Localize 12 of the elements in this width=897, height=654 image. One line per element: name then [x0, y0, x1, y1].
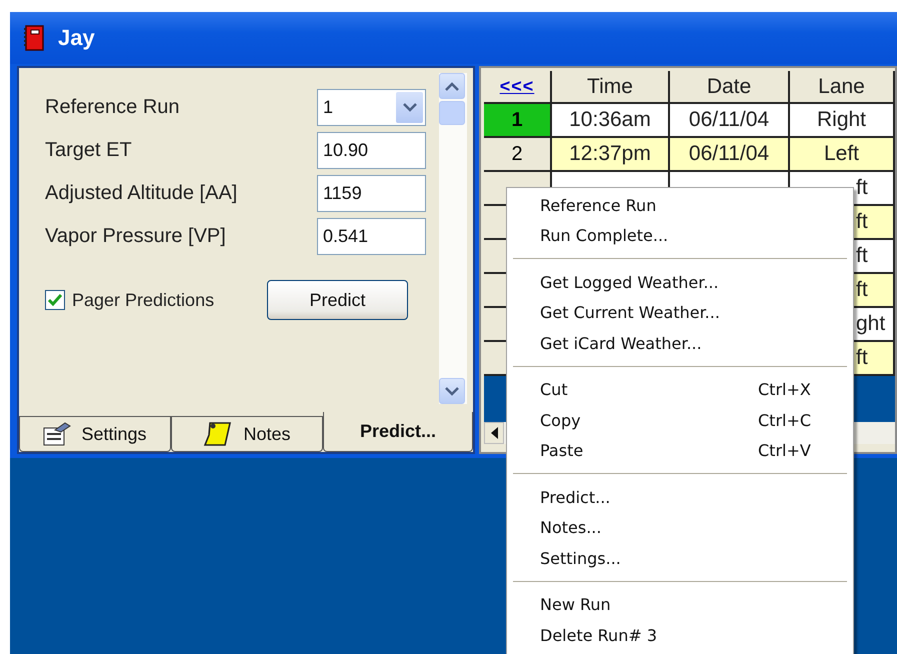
- field-label: Reference Run: [45, 96, 181, 119]
- field-label: Vapor Pressure [VP]: [45, 225, 227, 248]
- checkbox-label: Pager Predictions: [72, 290, 216, 310]
- table-cell: Left: [790, 138, 895, 172]
- field-label: Adjusted Altitude [AA]: [45, 182, 238, 205]
- field-label: Target ET: [45, 139, 133, 162]
- table-cell: Right: [790, 104, 895, 138]
- table-cell: 12:37pm: [552, 138, 670, 172]
- table-cell: 10:36am: [552, 104, 670, 138]
- table-cell: 06/11/04: [670, 104, 790, 138]
- window-title: Jay: [58, 25, 95, 51]
- table-cell: 06/11/04: [670, 138, 790, 172]
